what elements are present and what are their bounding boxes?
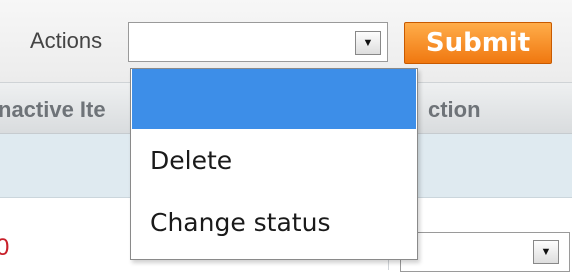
column-header-inactive-items[interactable]: nactive Ite — [0, 97, 106, 123]
actions-select[interactable]: ▼ — [128, 22, 388, 62]
chevron-down-icon[interactable]: ▼ — [533, 240, 559, 264]
row-action-select[interactable]: ▼ — [400, 232, 570, 272]
actions-label: Actions — [30, 28, 103, 53]
actions-dropdown-menu: Delete Change status — [130, 68, 418, 260]
dropdown-option-delete[interactable]: Delete — [132, 131, 416, 191]
chevron-down-icon[interactable]: ▼ — [355, 31, 381, 55]
dropdown-option-blank[interactable] — [132, 69, 416, 129]
row-value: 0 — [0, 234, 10, 261]
submit-button[interactable]: Submit — [404, 22, 552, 64]
dropdown-option-change-status[interactable]: Change status — [132, 193, 416, 253]
column-header-action[interactable]: ction — [428, 97, 481, 123]
